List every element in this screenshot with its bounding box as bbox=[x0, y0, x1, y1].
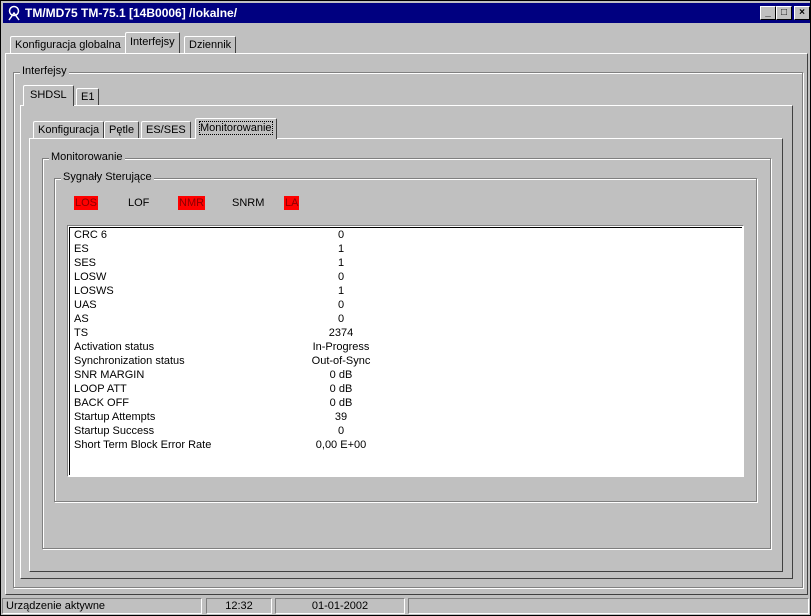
list-item-value: 1 bbox=[337, 257, 345, 269]
tab-konfiguracja-globalna[interactable]: Konfiguracja globalna bbox=[10, 36, 126, 54]
status-date-cell: 01-01-2002 bbox=[275, 598, 405, 614]
list-item-name: Short Term Block Error Rate bbox=[74, 439, 212, 451]
list-item-value: In-Progress bbox=[312, 341, 370, 353]
list-item-name: LOSW bbox=[74, 271, 107, 283]
tab-interfejsy[interactable]: Interfejsy bbox=[125, 32, 180, 53]
list-item[interactable]: BACK OFF 0 dB bbox=[74, 397, 724, 411]
list-item-name: ES bbox=[74, 243, 89, 255]
list-item[interactable]: CRC 6 0 bbox=[74, 229, 724, 243]
list-item-name: Activation status bbox=[74, 341, 155, 353]
list-item-value: 0 dB bbox=[329, 397, 353, 409]
tab-label: Konfiguracja bbox=[38, 124, 100, 136]
monitoring-list-body: CRC 6 0 ES 1 SES 1 LOSW 0 LOSWS 1 UAS 0 AS 0 TS 2374 Act… bbox=[69, 227, 742, 475]
list-item[interactable]: Startup Attempts 39 bbox=[74, 411, 724, 425]
status-text: Urządzenie aktywne bbox=[6, 600, 106, 612]
tab-dziennik[interactable]: Dziennik bbox=[184, 36, 237, 54]
list-item-name: SNR MARGIN bbox=[74, 369, 145, 381]
list-item[interactable]: SES 1 bbox=[74, 257, 724, 271]
tab-monitorowanie[interactable]: Monitorowanie bbox=[195, 118, 277, 139]
monitorowanie-group-label: Monitorowanie bbox=[49, 151, 125, 163]
status-bar: Urządzenie aktywne 12:32 01-01-2002 bbox=[2, 598, 809, 614]
list-item-value: 0 bbox=[337, 271, 345, 283]
title-bar[interactable]: TM/MD75 TM-75.1 [14B0006] /lokalne/ _ □ … bbox=[3, 3, 810, 23]
list-item-value: 0,00 E+00 bbox=[315, 439, 367, 451]
list-item-value: 39 bbox=[334, 411, 348, 423]
list-item[interactable]: Short Term Block Error Rate 0,00 E+00 bbox=[74, 439, 724, 453]
signal-los: LOS bbox=[74, 196, 99, 210]
signal-la: LA bbox=[284, 196, 300, 210]
signal-lof: LOF bbox=[128, 197, 150, 209]
list-item[interactable]: Activation status In-Progress bbox=[74, 341, 724, 355]
list-item[interactable]: LOSWS 1 bbox=[74, 285, 724, 299]
tab-shdsl[interactable]: SHDSL bbox=[23, 85, 74, 106]
tab-label: E1 bbox=[81, 91, 95, 103]
app-window: TM/MD75 TM-75.1 [14B0006] /lokalne/ _ □ … bbox=[0, 0, 811, 616]
list-item-name: UAS bbox=[74, 299, 97, 311]
interfejsy-group-label: Interfejsy bbox=[20, 65, 69, 77]
list-item-value: 0 bbox=[337, 425, 345, 437]
list-item-value: 0 bbox=[337, 229, 345, 241]
list-item-value: 2374 bbox=[328, 327, 354, 339]
list-item-value: 0 bbox=[337, 299, 345, 311]
tab-label: Dziennik bbox=[189, 39, 232, 51]
tab-label: Interfejsy bbox=[130, 36, 175, 48]
status-date: 01-01-2002 bbox=[311, 600, 369, 612]
status-empty-cell bbox=[408, 598, 809, 614]
list-item-name: TS bbox=[74, 327, 89, 339]
maximize-button[interactable]: □ bbox=[776, 6, 792, 20]
list-item-value: 1 bbox=[337, 243, 345, 255]
tab-label: SHDSL bbox=[30, 89, 67, 101]
status-text-cell: Urządzenie aktywne bbox=[2, 598, 202, 614]
list-item[interactable]: Synchronization status Out-of-Sync bbox=[74, 355, 724, 369]
tab-label: Konfiguracja globalna bbox=[15, 39, 121, 51]
list-item-name: Startup Success bbox=[74, 425, 155, 437]
list-item-value: 0 dB bbox=[329, 369, 353, 381]
list-item[interactable]: Startup Success 0 bbox=[74, 425, 724, 439]
app-icon bbox=[8, 5, 20, 21]
tab-label: Monitorowanie bbox=[199, 121, 273, 135]
monitoring-list[interactable]: CRC 6 0 ES 1 SES 1 LOSW 0 LOSWS 1 UAS 0 AS 0 TS 2374 Act… bbox=[67, 225, 744, 477]
minimize-icon: _ bbox=[765, 7, 771, 18]
list-item-value: Out-of-Sync bbox=[311, 355, 371, 367]
tab-label: ES/SES bbox=[146, 124, 186, 136]
list-item-name: LOSWS bbox=[74, 285, 114, 297]
maximize-icon: □ bbox=[780, 7, 788, 18]
signals-group-label: Sygnały Sterujące bbox=[61, 171, 154, 183]
list-item-name: BACK OFF bbox=[74, 397, 130, 409]
list-item-name: CRC 6 bbox=[74, 229, 108, 241]
list-item[interactable]: SNR MARGIN 0 dB bbox=[74, 369, 724, 383]
list-item-value: 1 bbox=[337, 285, 345, 297]
status-time: 12:32 bbox=[225, 600, 253, 612]
close-button[interactable]: × bbox=[794, 6, 810, 20]
signal-nmr: NMR bbox=[178, 196, 206, 210]
list-item[interactable]: TS 2374 bbox=[74, 327, 724, 341]
list-item[interactable]: ES 1 bbox=[74, 243, 724, 257]
tab-label: Pętle bbox=[109, 124, 135, 136]
tab-petle[interactable]: Pętle bbox=[104, 121, 140, 139]
list-item-name: SES bbox=[74, 257, 97, 269]
signal-snrm: SNRM bbox=[232, 197, 265, 209]
status-time-cell: 12:32 bbox=[206, 598, 272, 614]
tab-es-ses[interactable]: ES/SES bbox=[141, 121, 191, 139]
list-item[interactable]: UAS 0 bbox=[74, 299, 724, 313]
list-item[interactable]: LOOP ATT 0 dB bbox=[74, 383, 724, 397]
tab-konfiguracja[interactable]: Konfiguracja bbox=[33, 121, 105, 139]
list-item-name: Startup Attempts bbox=[74, 411, 156, 423]
close-icon: × bbox=[799, 7, 805, 18]
list-item-value: 0 bbox=[337, 313, 345, 325]
tab-e1[interactable]: E1 bbox=[76, 88, 100, 106]
list-item-name: LOOP ATT bbox=[74, 383, 127, 395]
minimize-button[interactable]: _ bbox=[760, 6, 776, 20]
list-item[interactable]: LOSW 0 bbox=[74, 271, 724, 285]
list-item[interactable]: AS 0 bbox=[74, 313, 724, 327]
list-item-name: Synchronization status bbox=[74, 355, 185, 367]
window-title: TM/MD75 TM-75.1 [14B0006] /lokalne/ bbox=[25, 6, 238, 20]
list-item-value: 0 dB bbox=[329, 383, 353, 395]
list-item-name: AS bbox=[74, 313, 89, 325]
